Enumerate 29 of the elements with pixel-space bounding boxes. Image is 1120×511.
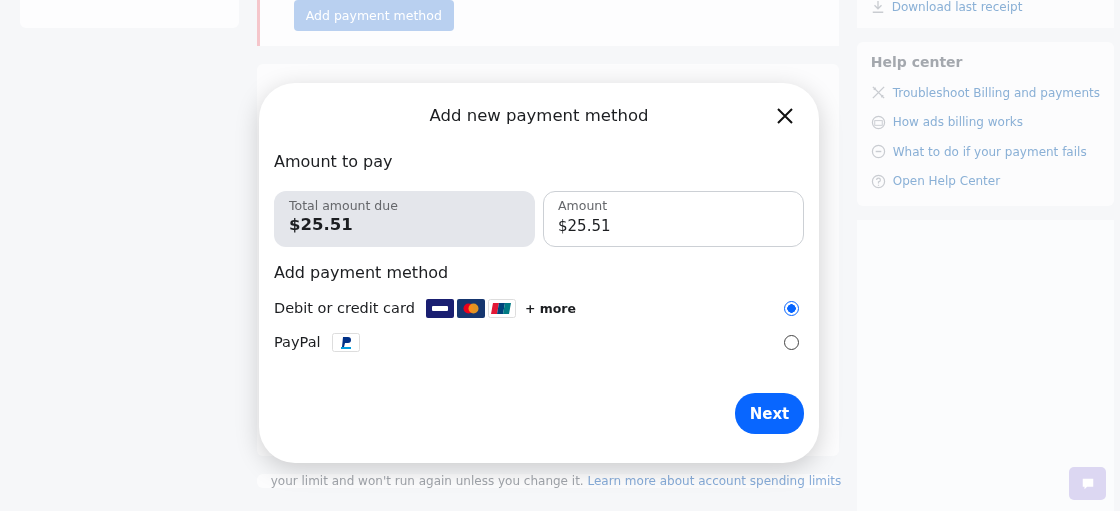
help-link[interactable]: How ads billing works xyxy=(870,107,1100,137)
help-center-title: Help center xyxy=(870,54,964,70)
amount-field[interactable]: Amount $25.51 xyxy=(543,191,804,247)
card-logo-icon xyxy=(456,298,485,318)
tools-icon xyxy=(870,85,886,101)
payment-option-label: PayPal xyxy=(274,334,321,350)
minus-circle-icon xyxy=(870,144,886,160)
next-button[interactable]: Next xyxy=(735,393,804,434)
help-icon xyxy=(870,173,886,189)
section-heading: Add payment method xyxy=(274,263,450,284)
section-heading: Amount to pay xyxy=(274,152,394,173)
close-icon xyxy=(776,107,794,125)
wallet-icon xyxy=(870,114,886,130)
add-payment-button[interactable]: Add payment method xyxy=(293,0,454,31)
amount-value: $25.51 xyxy=(289,215,354,234)
card-logo-icon xyxy=(425,298,454,318)
card-logo-icon xyxy=(487,298,516,318)
dialog-title: Add new payment method xyxy=(429,105,649,125)
paypal-logo-icon xyxy=(331,332,360,352)
help-link[interactable]: What to do if your payment fails xyxy=(870,137,1100,167)
help-link[interactable]: Open Help Center xyxy=(870,166,1100,196)
learn-more-link[interactable]: Learn more about account spending limits xyxy=(587,474,842,488)
more-label: + more xyxy=(524,300,576,316)
field-label: Total amount due xyxy=(289,198,399,213)
download-icon xyxy=(870,0,885,14)
help-link[interactable]: Troubleshoot Billing and payments xyxy=(870,78,1100,108)
payment-option-label: Debit or credit card xyxy=(274,300,415,316)
radio-button[interactable] xyxy=(784,300,799,316)
chat-icon xyxy=(1080,476,1095,491)
